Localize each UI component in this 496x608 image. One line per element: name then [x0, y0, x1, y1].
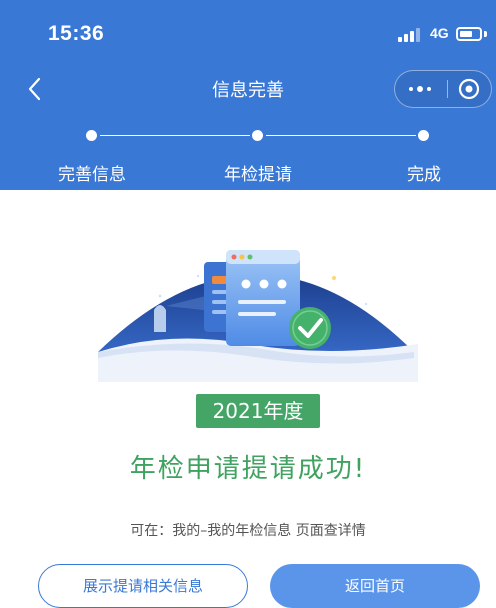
step-connector: [266, 135, 416, 136]
step-connector: [100, 135, 250, 136]
close-button[interactable]: [448, 71, 492, 107]
step-dot: [252, 130, 263, 141]
status-bar: 15:36 4G: [0, 0, 496, 60]
more-icon: [417, 86, 423, 92]
more-icon: [409, 87, 413, 91]
success-illustration: [98, 250, 418, 382]
step-label-info: 完善信息: [58, 165, 126, 185]
target-icon: [458, 78, 480, 100]
header: 15:36 4G 信息完善 完善信息 年检提请 完成: [0, 0, 496, 190]
status-time: 15:36: [48, 22, 105, 45]
more-icon: [427, 87, 431, 91]
more-button[interactable]: [395, 71, 447, 107]
battery-icon: [456, 27, 482, 41]
battery-tip: [484, 31, 487, 37]
signal-icon: [398, 28, 424, 42]
step-dot: [86, 130, 97, 141]
step-label-done: 完成: [407, 165, 441, 185]
year-badge: 2021年度: [196, 394, 320, 428]
back-home-button[interactable]: 返回首页: [270, 564, 480, 608]
step-dot: [418, 130, 429, 141]
mini-program-capsule: [394, 70, 492, 108]
show-info-button[interactable]: 展示提请相关信息: [38, 564, 248, 608]
nav-bar: 信息完善: [0, 64, 496, 114]
network-type: 4G: [430, 25, 449, 41]
progress-steps: 完善信息 年检提请 完成: [0, 122, 496, 188]
success-title: 年检申请提请成功!: [129, 454, 367, 484]
step-label-submit: 年检提请: [224, 165, 292, 185]
detail-hint: 可在：我的–我的年检信息 页面查详情: [130, 523, 366, 539]
page: 15:36 4G 信息完善 完善信息 年检提请 完成 2021年度 年检申请提请…: [0, 0, 496, 608]
